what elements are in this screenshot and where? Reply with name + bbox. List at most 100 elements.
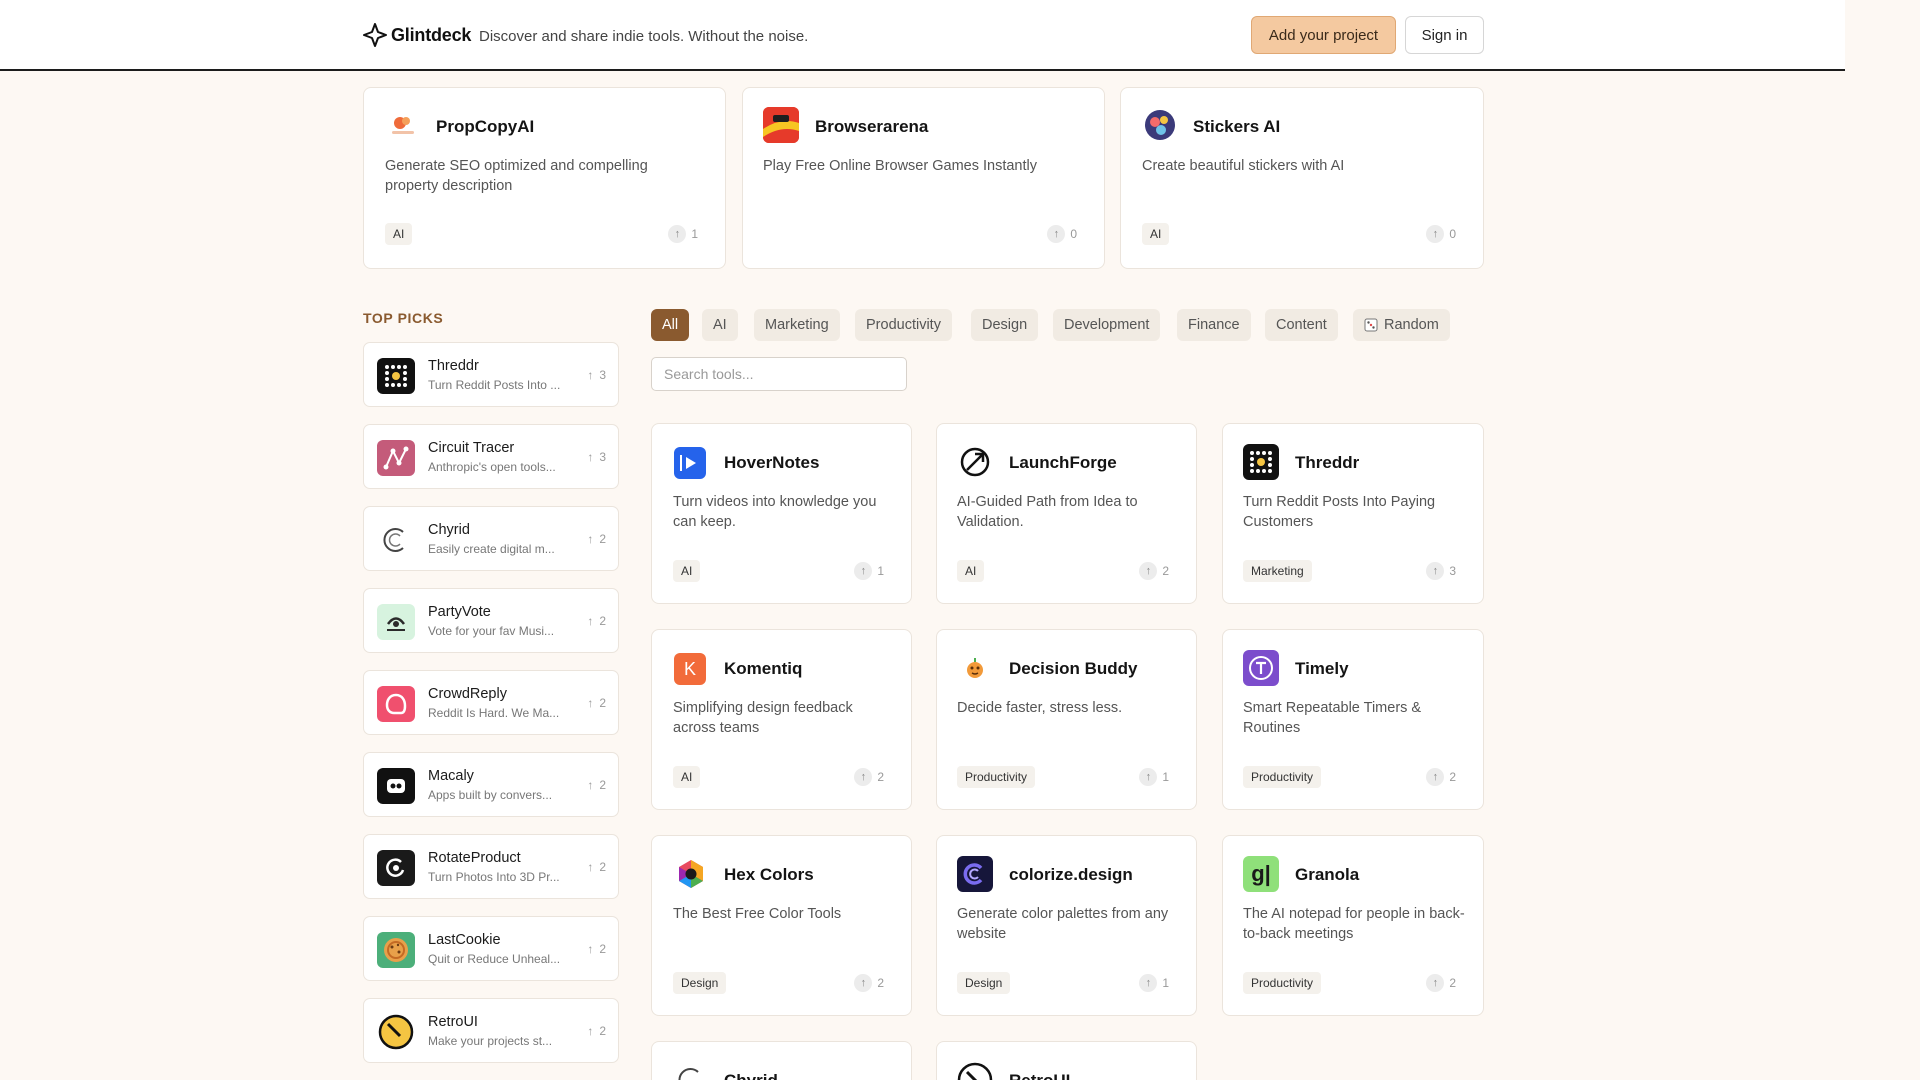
brand-logo[interactable]: Glintdeck bbox=[363, 23, 471, 47]
tool-card[interactable]: Decision Buddy Decide faster, stress les… bbox=[936, 629, 1197, 810]
arrow-up-icon: ↑ bbox=[587, 860, 594, 874]
category-tag[interactable]: Design bbox=[957, 972, 1011, 994]
dice-icon bbox=[1364, 318, 1378, 332]
tool-card[interactable]: Chyrid bbox=[651, 1041, 912, 1080]
category-tag[interactable]: Design bbox=[673, 972, 727, 994]
card-title: Granola bbox=[1295, 865, 1360, 884]
category-tag[interactable]: AI bbox=[385, 223, 413, 245]
upvote-button[interactable]: ↑ 3 bbox=[1426, 562, 1456, 580]
upvote-button[interactable]: ↑ 2 bbox=[1139, 562, 1169, 580]
upvote-button[interactable]: ↑ 2 bbox=[587, 614, 606, 628]
upvote-button[interactable]: ↑ 2 bbox=[587, 532, 606, 546]
vote-count: 2 bbox=[599, 942, 606, 956]
filter-ai[interactable]: AI bbox=[702, 309, 738, 341]
upvote-button[interactable]: ↑ 2 bbox=[854, 768, 884, 786]
sparkle-logo-icon bbox=[363, 23, 387, 47]
card-description: Play Free Online Browser Games Instantly bbox=[763, 158, 1037, 174]
upvote-button[interactable]: ↑ 1 bbox=[668, 225, 698, 243]
top-pick-item[interactable]: Threddr Turn Reddit Posts Into ... ↑ 3 bbox=[363, 342, 619, 407]
tool-card[interactable]: RetroUI bbox=[936, 1041, 1197, 1080]
upvote-button[interactable]: ↑ 1 bbox=[854, 562, 884, 580]
featured-card[interactable]: Stickers AI Create beautiful stickers wi… bbox=[1120, 87, 1484, 269]
arrow-up-icon: ↑ bbox=[854, 974, 873, 992]
tool-card[interactable]: LaunchForge AI-Guided Path from Idea to … bbox=[936, 423, 1197, 604]
category-tag[interactable]: AI bbox=[673, 560, 701, 582]
filter-productivity[interactable]: Productivity bbox=[855, 309, 952, 341]
arrow-up-icon: ↑ bbox=[587, 778, 594, 792]
top-pick-item[interactable]: RetroUI Make your projects st... ↑ 2 bbox=[363, 998, 619, 1063]
vote-count: 2 bbox=[599, 1024, 606, 1038]
top-pick-item[interactable]: Circuit Tracer Anthropic's open tools...… bbox=[363, 424, 619, 489]
filter-random[interactable]: Random bbox=[1353, 309, 1450, 341]
featured-card[interactable]: Browserarena Play Free Online Browser Ga… bbox=[742, 87, 1105, 269]
category-tag[interactable]: AI bbox=[673, 766, 701, 788]
upvote-button[interactable]: ↑ 3 bbox=[587, 450, 606, 464]
upvote-button[interactable]: ↑ 2 bbox=[587, 696, 606, 710]
card-description: Generate color palettes from any website bbox=[957, 906, 1169, 942]
top-pick-item[interactable]: PartyVote Vote for your fav Musi... ↑ 2 bbox=[363, 588, 619, 653]
upvote-button[interactable]: ↑ 3 bbox=[587, 368, 606, 382]
chyrid-logo-icon bbox=[377, 522, 415, 558]
vote-count: 2 bbox=[599, 696, 606, 710]
filter-marketing[interactable]: Marketing bbox=[754, 309, 840, 341]
category-tag[interactable]: Productivity bbox=[1243, 766, 1322, 788]
upvote-button[interactable]: ↑ 2 bbox=[1426, 974, 1456, 992]
upvote-button[interactable]: ↑ 0 bbox=[1047, 225, 1077, 243]
upvote-button[interactable]: ↑ 0 bbox=[1426, 225, 1456, 243]
tool-card[interactable]: Hex Colors The Best Free Color Tools Des… bbox=[651, 835, 912, 1016]
upvote-button[interactable]: ↑ 2 bbox=[587, 1024, 606, 1038]
upvote-button[interactable]: ↑ 1 bbox=[1139, 974, 1169, 992]
circuit-tracer-logo-icon bbox=[377, 440, 415, 476]
upvote-button[interactable]: ↑ 2 bbox=[854, 974, 884, 992]
card-title: Komentiq bbox=[724, 659, 803, 678]
top-pick-item[interactable]: LastCookie Quit or Reduce Unheal... ↑ 2 bbox=[363, 916, 619, 981]
category-tag[interactable]: Marketing bbox=[1243, 560, 1312, 582]
pick-description: Vote for your fav Musi... bbox=[428, 624, 555, 638]
add-project-button[interactable]: Add your project bbox=[1251, 16, 1396, 54]
tool-card[interactable]: colorize.design Generate color palettes … bbox=[936, 835, 1197, 1016]
category-tag[interactable]: Productivity bbox=[1243, 972, 1322, 994]
filter-all[interactable]: All bbox=[651, 309, 690, 341]
upvote-button[interactable]: ↑ 2 bbox=[587, 942, 606, 956]
top-pick-item[interactable]: CrowdReply Reddit Is Hard. We Ma... ↑ 2 bbox=[363, 670, 619, 735]
pick-description: Easily create digital m... bbox=[428, 542, 555, 556]
category-tag[interactable]: AI bbox=[1142, 223, 1170, 245]
sign-in-button[interactable]: Sign in bbox=[1405, 16, 1484, 54]
top-pick-item[interactable]: RotateProduct Turn Photos Into 3D Pr... … bbox=[363, 834, 619, 899]
category-tag[interactable]: AI bbox=[957, 560, 985, 582]
upvote-button[interactable]: ↑ 2 bbox=[587, 860, 606, 874]
threddr-logo-icon bbox=[377, 358, 415, 394]
featured-card[interactable]: PropCopyAI Generate SEO optimized and co… bbox=[363, 87, 726, 269]
top-picks-heading: TOP PICKS bbox=[363, 310, 444, 326]
card-title: Timely bbox=[1295, 659, 1349, 678]
tool-card[interactable]: Threddr Turn Reddit Posts Into Paying Cu… bbox=[1222, 423, 1484, 604]
tool-card[interactable]: K Komentiq Simplifying design feedback a… bbox=[651, 629, 912, 810]
search-input[interactable] bbox=[651, 357, 907, 391]
komentiq-logo-icon: K bbox=[674, 653, 706, 685]
vote-count: 1 bbox=[1162, 770, 1169, 784]
filter-content[interactable]: Content bbox=[1265, 309, 1338, 341]
filter-development[interactable]: Development bbox=[1053, 309, 1161, 341]
tool-card[interactable]: g| Granola The AI notepad for people in … bbox=[1222, 835, 1484, 1016]
retroui-logo-icon bbox=[377, 1014, 415, 1050]
top-pick-item[interactable]: Chyrid Easily create digital m... ↑ 2 bbox=[363, 506, 619, 571]
arrow-up-icon: ↑ bbox=[1047, 225, 1066, 243]
brand-name: Glintdeck bbox=[391, 24, 472, 45]
vote-count: 0 bbox=[1070, 227, 1077, 241]
upvote-button[interactable]: ↑ 2 bbox=[587, 778, 606, 792]
filter-finance[interactable]: Finance bbox=[1177, 309, 1251, 341]
filter-design[interactable]: Design bbox=[971, 309, 1039, 341]
upvote-button[interactable]: ↑ 2 bbox=[1426, 768, 1456, 786]
arrow-up-icon: ↑ bbox=[854, 562, 873, 580]
pick-description: Make your projects st... bbox=[428, 1034, 553, 1048]
top-pick-item[interactable]: Macaly Apps built by convers... ↑ 2 bbox=[363, 752, 619, 817]
upvote-button[interactable]: ↑ 1 bbox=[1139, 768, 1169, 786]
card-title: LaunchForge bbox=[1009, 453, 1117, 472]
card-title: Hex Colors bbox=[724, 865, 814, 884]
arrow-up-icon: ↑ bbox=[854, 768, 873, 786]
tool-card[interactable]: Timely Smart Repeatable Timers & Routine… bbox=[1222, 629, 1484, 810]
timely-logo-icon bbox=[1243, 650, 1279, 686]
card-title: RetroUI bbox=[1009, 1071, 1070, 1080]
tool-card[interactable]: HoverNotes Turn videos into knowledge yo… bbox=[651, 423, 912, 604]
category-tag[interactable]: Productivity bbox=[957, 766, 1036, 788]
